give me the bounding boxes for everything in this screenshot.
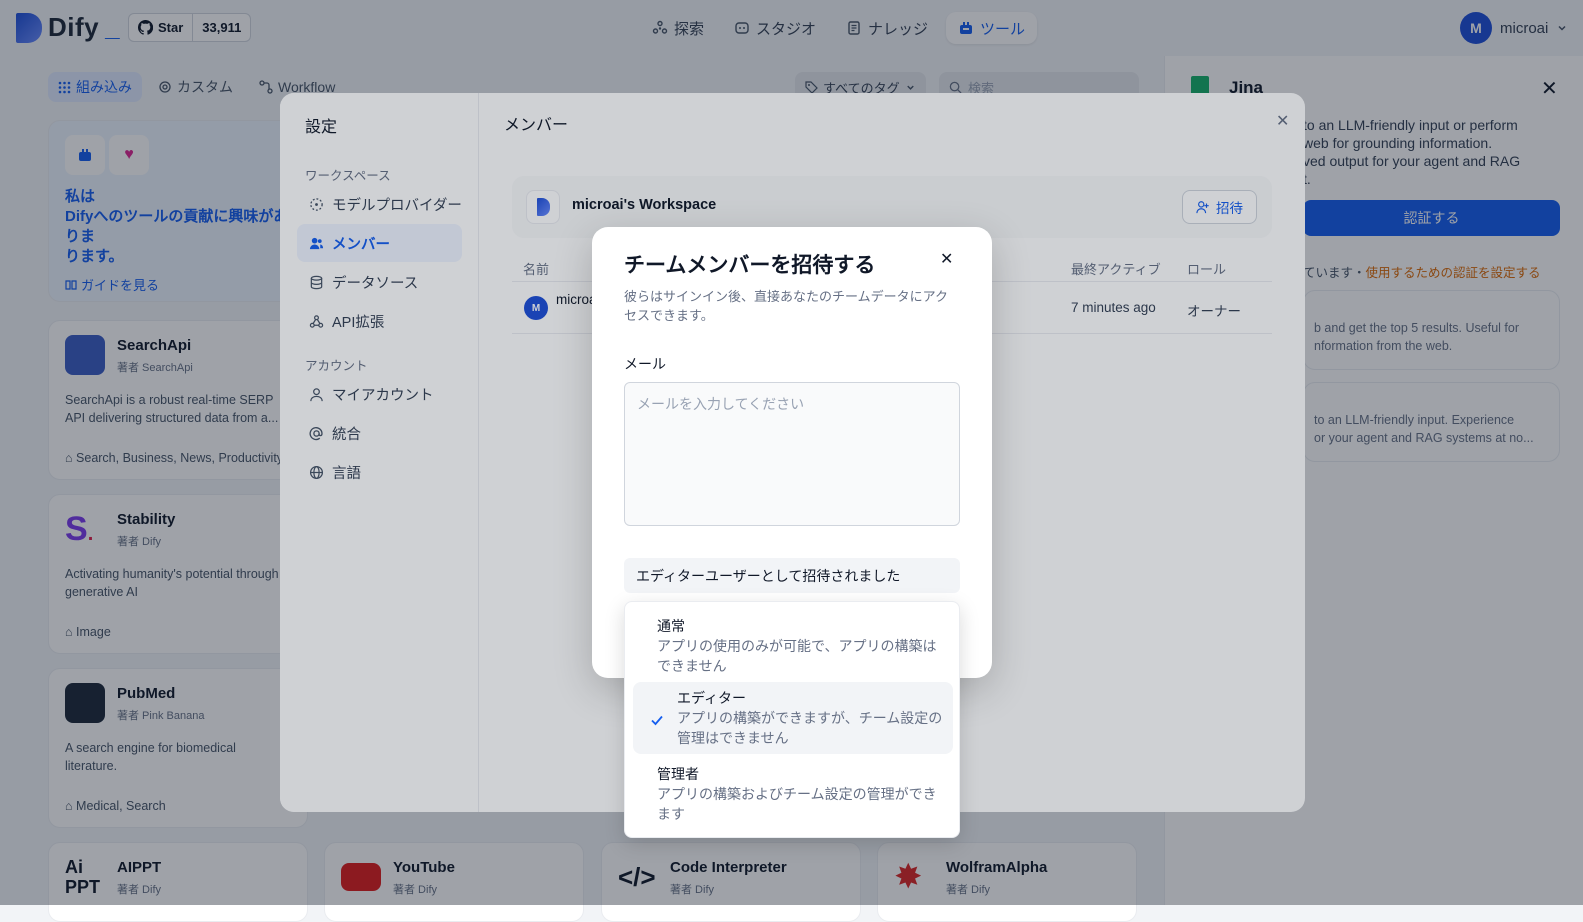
close-icon[interactable]: ✕ [940, 249, 953, 269]
role-option-title: 管理者 [657, 766, 699, 782]
role-option-desc: アプリの構築およびチーム設定の管理ができます [657, 786, 937, 822]
role-option-admin[interactable]: 管理者 アプリの構築およびチーム設定の管理ができます [633, 758, 953, 830]
role-option-editor[interactable]: エディター アプリの構築ができますが、チーム設定の管理はできません [633, 682, 953, 754]
role-option-title: エディター [677, 690, 747, 706]
role-option-normal[interactable]: 通常 アプリの使用のみが可能で、アプリの構築はできません [633, 610, 953, 682]
invite-description: 彼らはサインイン後、直接あなたのチームデータにアクセスできます。 [624, 289, 948, 323]
role-option-desc: アプリの使用のみが可能で、アプリの構築はできません [657, 638, 937, 674]
email-field[interactable]: メールを入力してください [624, 382, 960, 526]
check-icon [651, 715, 663, 726]
email-label: メール [624, 356, 666, 372]
role-select[interactable]: エディターユーザーとして招待されました [624, 558, 960, 593]
invite-title: チームメンバーを招待する [624, 254, 876, 277]
role-option-desc: アプリの構築ができますが、チーム設定の管理はできません [677, 710, 943, 746]
role-dropdown: 通常 アプリの使用のみが可能で、アプリの構築はできません エディター アプリの構… [624, 601, 960, 838]
email-placeholder: メールを入力してください [637, 396, 805, 412]
role-option-title: 通常 [657, 618, 685, 634]
role-select-value: エディターユーザーとして招待されました [636, 568, 901, 584]
